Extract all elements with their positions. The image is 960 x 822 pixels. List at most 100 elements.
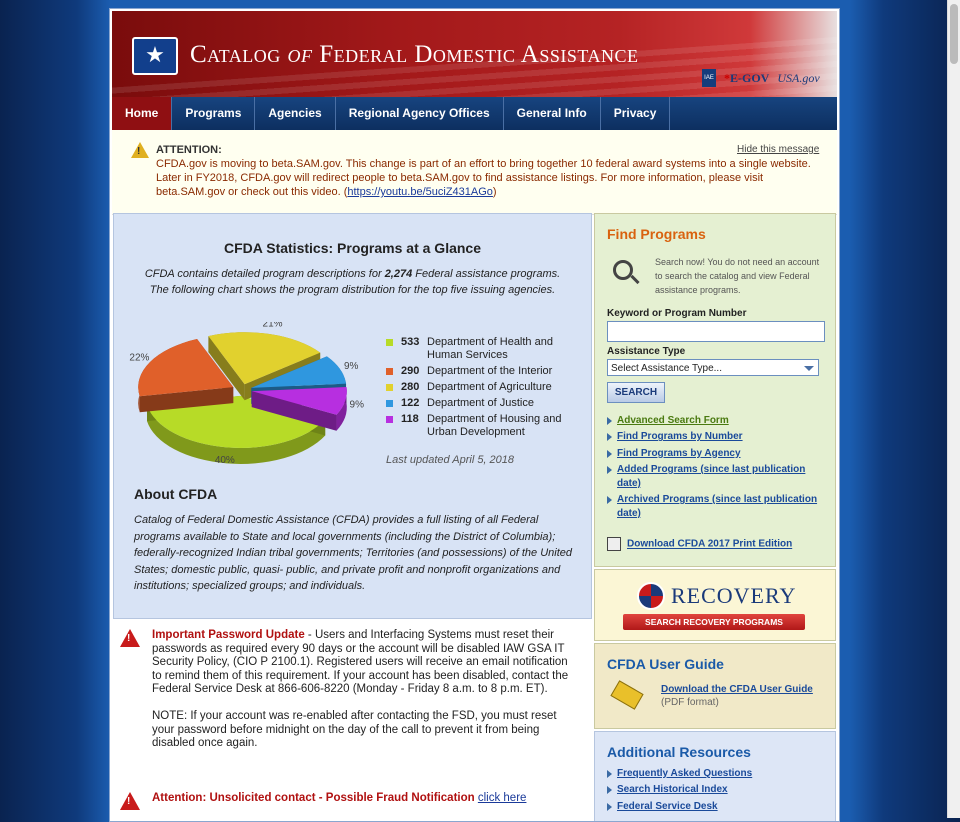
chart-legend: 533 Department of Health and Human Servic… [386,336,586,442]
nav-agencies[interactable]: Agencies [255,97,336,130]
federal-service-desk-link[interactable]: Federal Service Desk [607,800,827,814]
nav-regional-agency-offices[interactable]: Regional Agency Offices [336,97,504,130]
program-count: 2,274 [384,268,413,280]
alert-icon: ! [120,629,140,647]
recovery-logo[interactable]: RECOVERY [637,582,796,610]
legend-label: Department of Justice [427,397,534,409]
search-recovery-button[interactable]: SEARCH RECOVERY PROGRAMS [623,614,805,630]
keyword-label: Keyword or Program Number [607,308,747,319]
additional-resources-box: Additional Resources Frequently Asked Qu… [594,731,836,821]
attention-body: CFDA.gov is moving to beta.SAM.gov. This… [156,158,811,198]
recovery-seal-icon [637,582,665,610]
find-programs-title: Find Programs [607,226,706,242]
title-of: of [287,41,313,68]
egov-logo[interactable]: *E-GOV [724,71,769,86]
video-link[interactable]: https://youtu.be/5uciZ431AGo [347,186,493,198]
legend-swatch [386,368,393,375]
legend-item: 280 Department of Agriculture [386,381,586,394]
legend-value: 290 [401,365,420,377]
resources-title: Additional Resources [607,744,751,760]
frequently-asked-questions-link[interactable]: Frequently Asked Questions [607,767,827,781]
legend-label: Department of Housing and Urban Developm… [427,413,562,438]
legend-value: 280 [401,381,420,393]
title-catalog: Catalog [190,41,281,68]
added-programs-since-last-publication-date-link[interactable]: Added Programs (since last publication d… [607,463,827,491]
magnifier-icon [613,260,633,280]
legend-label: Department of the Interior [427,365,553,377]
legend-item: 290 Department of the Interior [386,365,586,378]
advanced-search-form-link[interactable]: Advanced Search Form [607,414,827,428]
resources-links: Frequently Asked Questions Search Histori… [607,767,827,816]
title-fda: Federal Domestic Assistance [319,41,639,68]
legend-swatch [386,400,393,407]
stats-panel: CFDA Statistics: Programs at a Glance CF… [113,213,592,619]
about-title: About CFDA [134,486,218,502]
password-note: NOTE: If your account was re-enabled aft… [152,709,557,750]
pie-percent-label: 40% [215,455,235,466]
page-scrollbar[interactable] [947,0,960,818]
star-logo-icon: ★ [132,37,178,75]
pie-percent-label: 21% [263,322,283,329]
legend-swatch [386,384,393,391]
fraud-click-here-link[interactable]: click here [478,792,527,804]
page-container: ★ Catalog of Federal Domestic Assistance… [109,8,840,822]
assistance-type-select[interactable]: Select Assistance Type... [607,359,819,376]
print-edition-link[interactable]: Download CFDA 2017 Print Edition [607,537,792,551]
legend-value: 118 [401,413,419,425]
password-notice-title: Important Password Update [152,629,305,641]
search-historical-index-link[interactable]: Search Historical Index [607,783,827,797]
agency-pie-chart: 40% 22% 21% 9% 9% [129,322,364,466]
guide-format: (PDF format) [661,697,719,708]
nav-home[interactable]: Home [112,97,173,130]
hide-message-link[interactable]: Hide this message [737,144,819,155]
iae-badge-icon[interactable]: IAE [702,69,716,87]
nav-programs[interactable]: Programs [172,97,256,130]
print-icon [607,537,621,551]
find-programs-box: Find Programs Search now! You do not nee… [594,213,836,567]
recovery-word: RECOVERY [671,583,797,608]
legend-label: Department of Agriculture [427,381,552,393]
attention-banner: ! ATTENTION: Hide this message CFDA.gov … [112,130,837,215]
legend-label: Department of Health and Human Services [427,336,553,361]
stats-title: CFDA Statistics: Programs at a Glance [223,240,481,256]
attention-title: ATTENTION: [156,144,222,156]
recovery-box: RECOVERY SEARCH RECOVERY PROGRAMS [594,569,836,641]
guide-book-icon [610,680,644,710]
site-title[interactable]: Catalog of Federal Domestic Assistance [190,41,638,69]
usagov-logo[interactable]: USA.gov [777,71,819,86]
legend-swatch [386,339,393,346]
fraud-notice-text: Attention: Unsolicited contact - Possibl… [152,792,527,804]
legend-item: 533 Department of Health and Human Servic… [386,336,586,362]
last-updated: Last updated April 5, 2018 [386,454,515,466]
chevron-down-icon [804,366,814,371]
warning-icon: ! [131,142,149,158]
legend-item: 118 Department of Housing and Urban Devel… [386,413,586,439]
download-guide-link[interactable]: Download the CFDA User Guide [661,684,813,695]
nav-privacy[interactable]: Privacy [601,97,671,130]
scrollbar-thumb[interactable] [950,4,958,64]
find-programs-by-number-link[interactable]: Find Programs by Number [607,430,827,444]
assistance-type-label: Assistance Type [607,346,686,357]
find-intro: Search now! You do not need an account t… [655,257,820,295]
user-guide-title: CFDA User Guide [607,656,724,672]
user-guide-box: CFDA User Guide Download the CFDA User G… [594,643,836,729]
legend-swatch [386,416,393,423]
password-notice-text: Important Password Update - Users and In… [152,629,569,750]
nav-general-info[interactable]: General Info [504,97,601,130]
keyword-input[interactable] [607,321,825,342]
legend-value: 122 [401,397,420,409]
partner-logos: IAE *E-GOV USA.gov [702,69,820,87]
search-button[interactable]: SEARCH [607,382,665,403]
legend-item: 122 Department of Justice [386,397,586,410]
stats-description: CFDA contains detailed program descripti… [144,268,561,296]
pie-percent-label: 9% [350,400,364,411]
pie-percent-label: 22% [129,352,149,363]
legend-value: 533 [401,336,420,348]
find-programs-by-agency-link[interactable]: Find Programs by Agency [607,447,827,461]
site-banner: ★ Catalog of Federal Domestic Assistance… [112,11,837,97]
archived-programs-since-last-publication-date-link[interactable]: Archived Programs (since last publicatio… [607,493,827,521]
alert-icon: ! [120,792,140,810]
about-text: Catalog of Federal Domestic Assistance (… [134,514,572,592]
find-links: Advanced Search Form Find Programs by Num… [607,414,827,523]
pie-percent-label: 9% [344,361,359,372]
